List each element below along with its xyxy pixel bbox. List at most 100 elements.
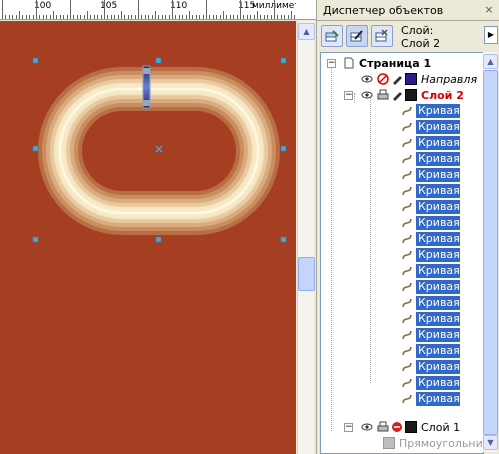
no-print-icon[interactable]: [377, 73, 389, 85]
eye-icon[interactable]: [361, 421, 373, 433]
ruler-tick: [19, 11, 20, 19]
ruler-tick: [189, 11, 190, 19]
tree-row-curve[interactable]: Кривая: [321, 103, 483, 119]
curve-icon: [402, 186, 412, 196]
ruler-tick: [138, 0, 139, 19]
object-tree[interactable]: − Страница 1 Направля − Слой 2 Кривая Кр…: [320, 52, 484, 454]
ruler-tick: [83, 15, 85, 19]
tree-row-curve[interactable]: Кривая: [321, 247, 483, 263]
edit-across-layers-button[interactable]: [346, 25, 368, 47]
tree-row-curve[interactable]: Кривая: [321, 263, 483, 279]
oval-ring-shape[interactable]: [38, 67, 280, 235]
blend-handle[interactable]: [142, 65, 151, 109]
tree-row-curve[interactable]: Кривая: [321, 231, 483, 247]
ruler-tick: [182, 15, 184, 19]
curve-label: Кривая: [416, 280, 460, 294]
tree-row-curve[interactable]: Кривая: [321, 279, 483, 295]
tree-row-layer1[interactable]: − Слой 1: [321, 419, 483, 435]
curve-label: Кривая: [416, 120, 460, 134]
collapse-icon[interactable]: −: [344, 423, 353, 432]
current-layer-name: Слой 2: [401, 37, 441, 50]
scroll-down-button[interactable]: ▼: [483, 435, 498, 450]
horizontal-ruler[interactable]: 100 105 110 115 миллиметры: [0, 0, 296, 20]
curve-label: Кривая: [416, 296, 460, 310]
tree-row-curve[interactable]: Кривая: [321, 359, 483, 375]
collapse-icon[interactable]: −: [344, 91, 353, 100]
ruler-tick: [12, 15, 14, 19]
canvas-vertical-scrollbar[interactable]: ▲: [297, 21, 315, 454]
printer-icon[interactable]: [377, 89, 389, 101]
tree-row-curve[interactable]: Кривая: [321, 311, 483, 327]
curve-icon: [402, 346, 412, 356]
curve-label: Кривая: [416, 264, 460, 278]
guides-layer-label: Направля: [421, 73, 478, 86]
tree-row-curve[interactable]: Кривая: [321, 199, 483, 215]
scroll-up-button[interactable]: ▲: [483, 54, 498, 69]
ruler-tick: [80, 15, 82, 19]
ruler-tick: [274, 0, 275, 19]
tree-row-rectangle[interactable]: Прямоугольник: [321, 435, 484, 451]
scroll-thumb[interactable]: [298, 257, 315, 291]
docker-title: Диспетчер объектов: [323, 4, 444, 17]
pencil-icon[interactable]: [391, 73, 403, 85]
tree-row-curve[interactable]: Кривая: [321, 391, 483, 407]
ruler-label: 105: [100, 1, 118, 11]
ruler-tick: [161, 15, 163, 19]
canvas-drawing: [32, 57, 287, 243]
curve-label: Кривая: [416, 216, 460, 230]
curve-icon: [402, 282, 412, 292]
ruler-tick: [284, 15, 286, 19]
ruler-tick: [110, 15, 112, 19]
tree-row-curve[interactable]: Кривая: [321, 295, 483, 311]
eye-icon[interactable]: [361, 73, 373, 85]
ruler-tick: [178, 15, 180, 19]
scroll-up-button[interactable]: ▲: [298, 23, 315, 40]
layer-manager-view-button[interactable]: [371, 25, 393, 47]
scroll-thumb[interactable]: [483, 70, 498, 435]
tree-row-page[interactable]: − Страница 1: [321, 55, 483, 71]
ruler-tick: [151, 15, 153, 19]
collapse-icon[interactable]: −: [327, 59, 336, 68]
ruler-tick: [158, 15, 160, 19]
tree-row-curve[interactable]: Кривая: [321, 135, 483, 151]
drawing-canvas[interactable]: [0, 21, 296, 454]
tree-row-curve[interactable]: Кривая: [321, 183, 483, 199]
tree-row-curve[interactable]: Кривая: [321, 151, 483, 167]
ruler-tick: [175, 15, 177, 19]
tree-row-curve[interactable]: Кривая: [321, 215, 483, 231]
tree-row-curve[interactable]: Кривая: [321, 327, 483, 343]
docker-menu-arrow[interactable]: ▶: [484, 26, 498, 44]
tree-vertical-scrollbar[interactable]: ▲ ▼: [483, 52, 498, 452]
eye-icon[interactable]: [361, 89, 373, 101]
curve-label: Кривая: [416, 136, 460, 150]
tree-row-layer2[interactable]: − Слой 2: [321, 87, 483, 103]
layers-properties-icon: [325, 30, 339, 42]
ruler-tick: [93, 15, 95, 19]
ruler-tick: [246, 15, 248, 19]
curve-icon: [402, 250, 412, 260]
ruler-tick: [66, 15, 68, 19]
tree-row-curve[interactable]: Кривая: [321, 375, 483, 391]
tree-row-curve[interactable]: Кривая: [321, 119, 483, 135]
layer-color-swatch: [405, 89, 417, 101]
ruler-tick: [155, 11, 156, 19]
ruler-tick: [209, 15, 211, 19]
ruler-tick: [216, 15, 218, 19]
pencil-icon[interactable]: [391, 89, 403, 101]
locked-icon[interactable]: [391, 421, 403, 433]
current-layer-info: Слой: Слой 2: [401, 24, 440, 50]
rectangle-label: Прямоугольник: [399, 437, 484, 450]
curve-icon: [402, 218, 412, 228]
show-properties-button[interactable]: [321, 25, 343, 47]
ruler-tick: [250, 15, 252, 19]
ruler-tick: [63, 15, 65, 19]
ruler-tick: [46, 15, 48, 19]
ruler-tick: [185, 15, 187, 19]
tree-row-curve[interactable]: Кривая: [321, 167, 483, 183]
tree-row-guides-layer[interactable]: Направля: [321, 71, 483, 87]
ruler-tick: [134, 15, 136, 19]
printer-icon[interactable]: [377, 421, 389, 433]
tree-row-curve[interactable]: Кривая: [321, 343, 483, 359]
close-icon[interactable]: ×: [482, 3, 496, 17]
curve-icon: [402, 298, 412, 308]
